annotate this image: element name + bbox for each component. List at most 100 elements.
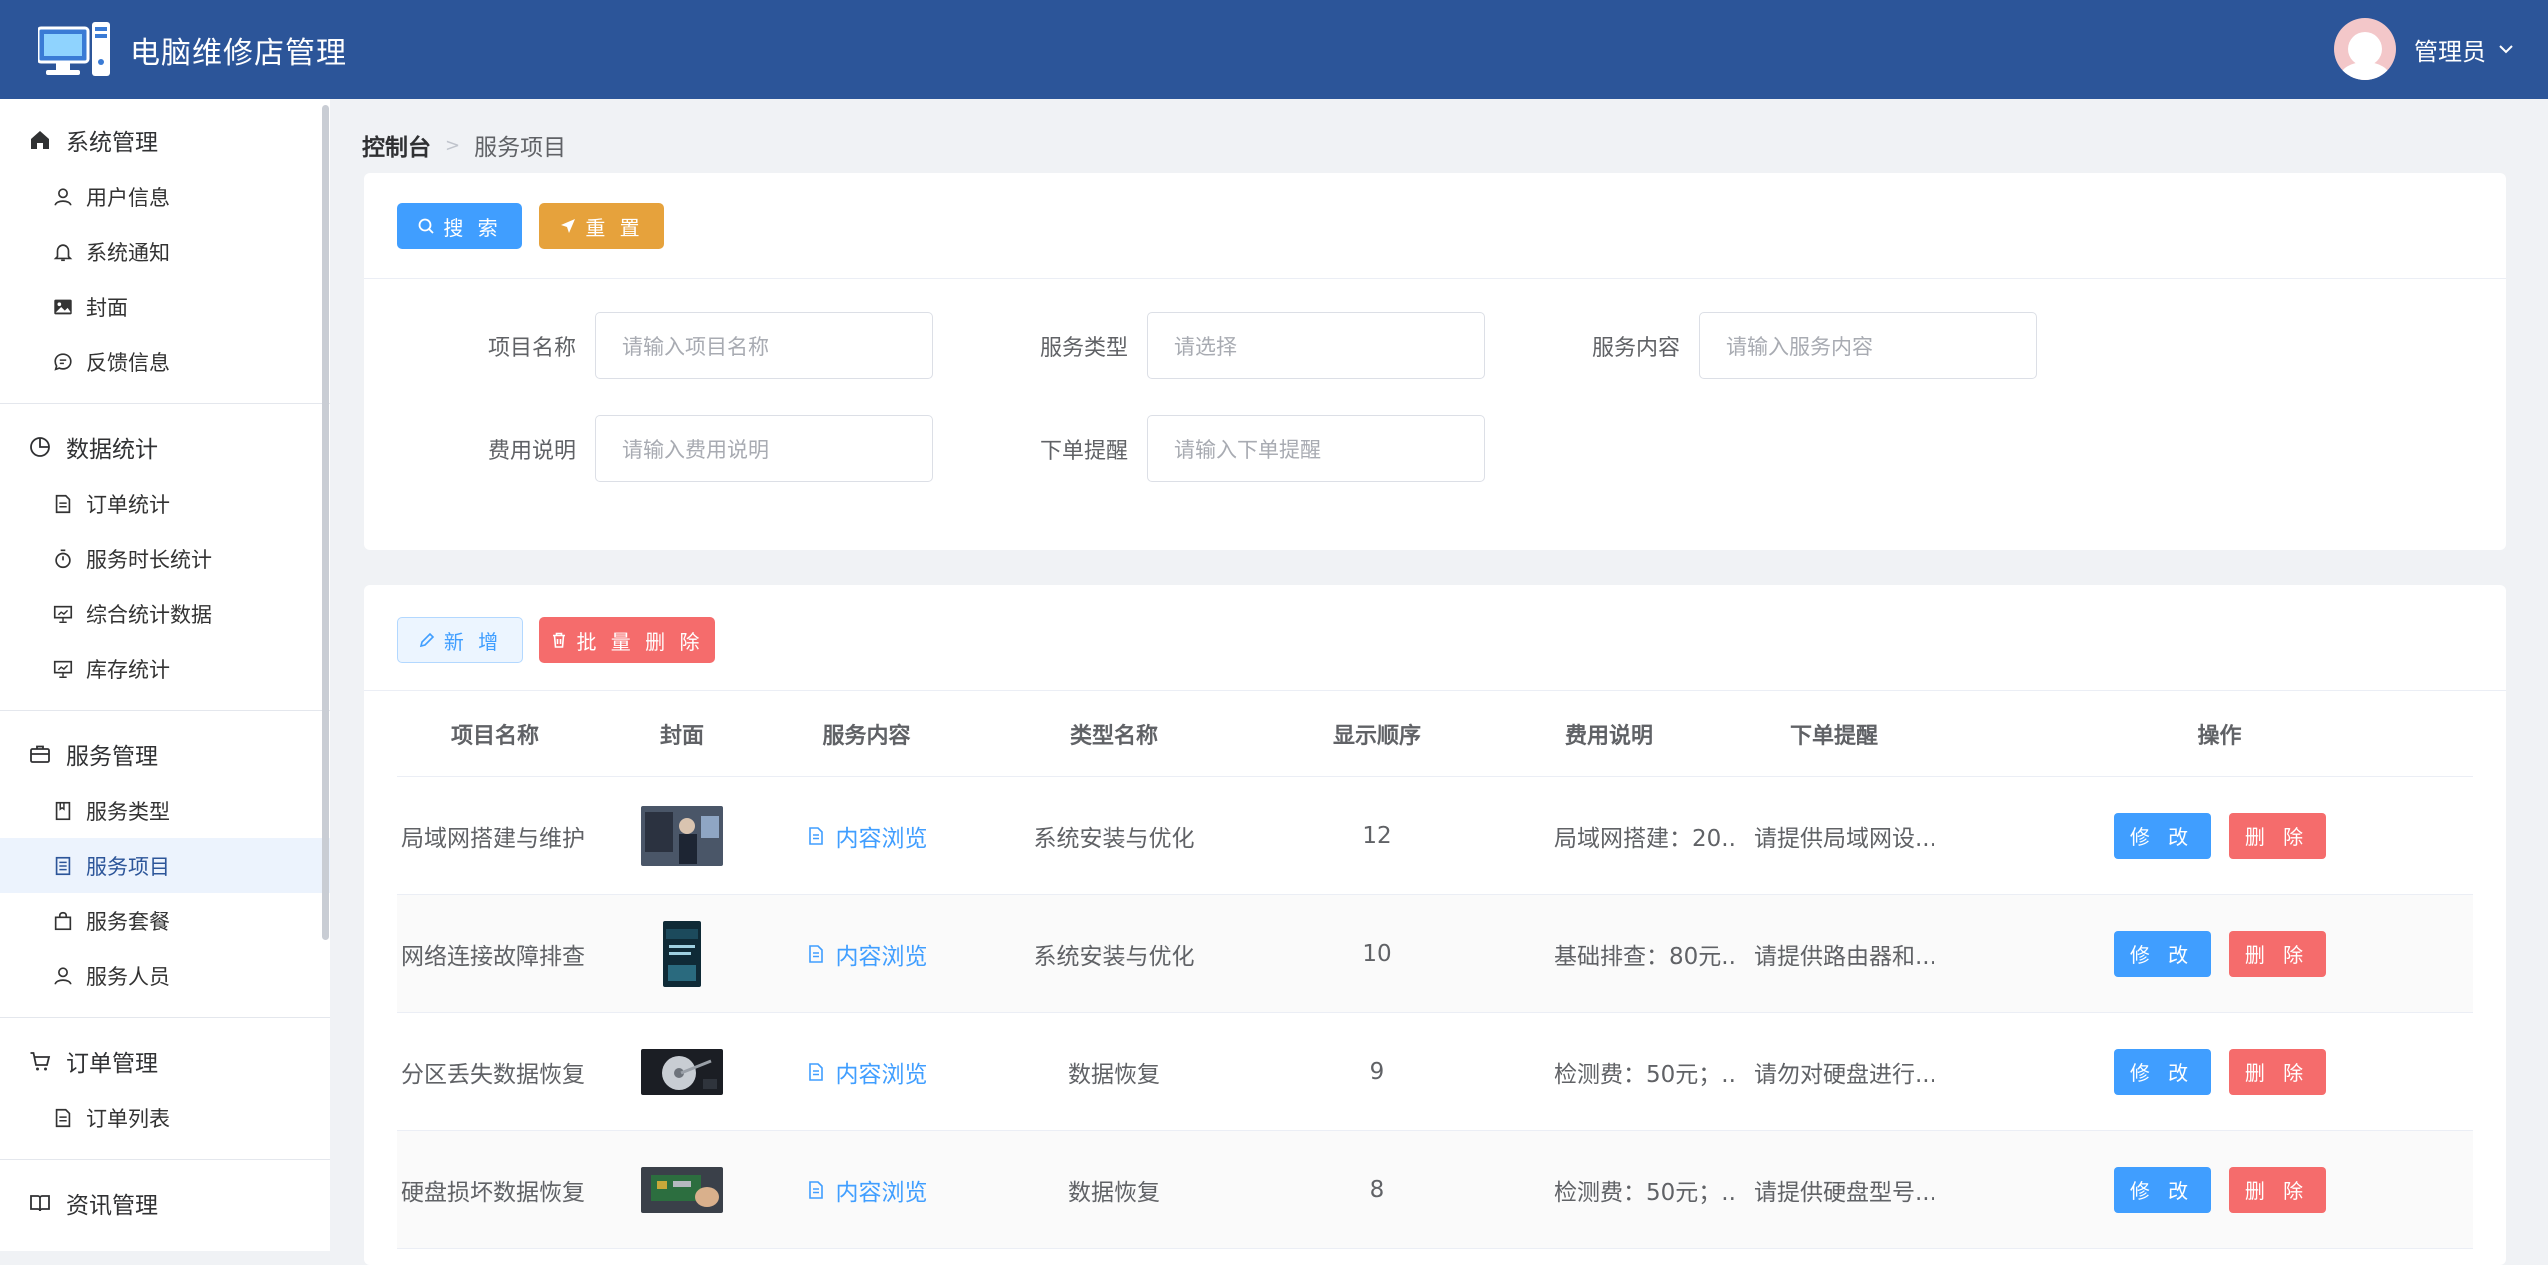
column-header: 下单提醒 (1789, 723, 1878, 749)
reset-button[interactable]: 重 置 (539, 203, 664, 249)
fee-desc-label: 费用说明 (487, 439, 576, 464)
column-header: 服务内容 (822, 723, 911, 749)
reset-button-label: 重 置 (585, 215, 644, 240)
sidebar-item-service-staff[interactable]: 服务人员 (0, 948, 330, 1003)
sidebar-item-feedback[interactable]: 反馈信息 (0, 334, 330, 389)
sidebar-item-stock-stats[interactable]: 库存统计 (0, 641, 330, 696)
content-link[interactable]: 内容浏览 (775, 1173, 958, 1207)
edit-button[interactable]: 修 改 (2113, 930, 2211, 977)
user-menu[interactable]: 管理员 (2334, 18, 2514, 80)
sidebar-item-service-packages[interactable]: 服务套餐 (0, 893, 330, 948)
top-header: 电脑维修店管理 管理员 (0, 0, 2548, 99)
delete-button[interactable]: 删 除 (2228, 930, 2326, 977)
cell-type: 系统安装与优化 (1033, 943, 1195, 970)
content-link-label: 内容浏览 (835, 1061, 928, 1088)
avatar[interactable] (2334, 18, 2396, 80)
sidebar-group-orders[interactable]: 订单管理 (0, 1032, 330, 1090)
column-header: 封面 (659, 723, 704, 749)
sidebar-item-overall-stats[interactable]: 综合统计数据 (0, 586, 330, 641)
cover-thumbnail[interactable] (589, 920, 775, 987)
sidebar-divider (0, 710, 330, 711)
document-icon (55, 494, 71, 513)
user-name[interactable]: 管理员 (2414, 32, 2486, 67)
sidebar-group-label: 系统管理 (66, 130, 158, 156)
sidebar-item-users[interactable]: 用户信息 (0, 169, 330, 224)
cell-type: 系统安装与优化 (1033, 825, 1195, 852)
service-content-input[interactable]: 请输入服务内容 (1699, 312, 2037, 379)
sidebar-group-label: 订单管理 (66, 1051, 158, 1077)
order-remind-input[interactable]: 请输入下单提醒 (1147, 415, 1485, 482)
cell-fee: 检测费：50元；... (1554, 1061, 1734, 1088)
add-button[interactable]: 新 增 (397, 617, 523, 663)
chevron-down-icon[interactable] (2498, 41, 2514, 57)
service-type-select[interactable]: 请选择 (1147, 312, 1485, 379)
edit-button[interactable]: 修 改 (2113, 1048, 2211, 1095)
sidebar-item-label: 服务人员 (86, 964, 170, 989)
cover-thumbnail[interactable] (589, 1048, 775, 1095)
sidebar-item-label: 封面 (86, 295, 128, 320)
sidebar-divider (0, 1159, 330, 1160)
content-link[interactable]: 内容浏览 (775, 1055, 958, 1089)
cart-icon (30, 1052, 51, 1071)
cell-actions: 修 改 删 除 (1934, 1166, 2473, 1213)
sidebar-item-service-types[interactable]: 服务类型 (0, 783, 330, 838)
cell-type: 数据恢复 (1068, 1179, 1160, 1206)
sidebar-item-label: 系统通知 (86, 240, 170, 265)
sidebar-item-cover[interactable]: 封面 (0, 279, 330, 334)
app-title: 电脑维修店管理 (130, 36, 347, 71)
presentation-icon (53, 660, 73, 678)
edit-icon (419, 632, 434, 648)
sidebar-item-label: 反馈信息 (86, 350, 170, 375)
app-logo-icon (36, 22, 112, 78)
sidebar-group-label: 数据统计 (66, 437, 158, 463)
edit-button[interactable]: 修 改 (2113, 812, 2211, 859)
cell-type: 数据恢复 (1068, 1061, 1160, 1088)
cell-fee: 局域网搭建：20... (1554, 825, 1734, 852)
sidebar-item-order-list[interactable]: 订单列表 (0, 1090, 330, 1145)
sidebar-item-notices[interactable]: 系统通知 (0, 224, 330, 279)
content-link[interactable]: 内容浏览 (775, 819, 958, 853)
search-button[interactable]: 搜 索 (397, 203, 522, 249)
cell-remind: 请提供路由器和... (1754, 943, 1934, 970)
sidebar-group-system[interactable]: 系统管理 (0, 111, 330, 169)
search-icon (418, 218, 434, 234)
cover-thumbnail[interactable] (589, 805, 775, 866)
sidebar-group-news[interactable]: 资讯管理 (0, 1174, 330, 1232)
bulk-delete-button-label: 批 量 删 除 (576, 629, 704, 654)
project-name-input[interactable]: 请输入项目名称 (595, 312, 933, 379)
chat-icon (54, 352, 72, 371)
edit-button[interactable]: 修 改 (2113, 1166, 2211, 1213)
fee-desc-input[interactable]: 请输入费用说明 (595, 415, 933, 482)
sidebar-item-order-stats[interactable]: 订单统计 (0, 476, 330, 531)
list-icon (55, 856, 71, 875)
bell-icon (53, 243, 73, 261)
sidebar-item-label: 服务类型 (86, 799, 170, 824)
table-row: 硬盘损坏数据恢复 内容浏览 数据恢复 8 检测费：50元；... 请提供硬盘型号… (397, 1131, 2473, 1249)
table-header: 项目名称 封面 服务内容 类型名称 显示顺序 费用说明 下单提醒 操作 (397, 691, 2473, 777)
sidebar-item-label: 综合统计数据 (86, 602, 212, 627)
sidebar-group-service[interactable]: 服务管理 (0, 725, 330, 783)
bulk-delete-button[interactable]: 批 量 删 除 (539, 617, 715, 663)
content-link[interactable]: 内容浏览 (775, 937, 958, 971)
user-icon (54, 187, 72, 206)
sidebar-divider (0, 1017, 330, 1018)
delete-button[interactable]: 删 除 (2228, 812, 2326, 859)
home-icon (31, 131, 49, 149)
breadcrumb: 控制台 > 服务项目 (362, 128, 566, 162)
cover-thumbnail[interactable] (589, 1166, 775, 1213)
breadcrumb-root[interactable]: 控制台 (362, 128, 431, 162)
sidebar-group-label: 资讯管理 (66, 1193, 158, 1219)
delete-button[interactable]: 删 除 (2228, 1166, 2326, 1213)
add-button-label: 新 增 (443, 629, 503, 654)
sidebar-group-stats[interactable]: 数据统计 (0, 418, 330, 476)
sidebar-item-label: 服务时长统计 (86, 547, 212, 572)
breadcrumb-current: 服务项目 (474, 135, 567, 161)
delete-button[interactable]: 删 除 (2228, 1048, 2326, 1095)
sidebar-item-duration-stats[interactable]: 服务时长统计 (0, 531, 330, 586)
sidebar-item-label: 服务项目 (86, 854, 170, 879)
table-row: 分区丢失数据恢复 内容浏览 数据恢复 9 检测费：50元；... 请勿对硬盘进行… (397, 1013, 2473, 1131)
service-type-label: 服务类型 (1039, 336, 1128, 361)
sidebar-item-service-items[interactable]: 服务项目 (0, 838, 330, 893)
sidebar-scrollbar[interactable] (322, 105, 329, 940)
column-header: 操作 (2197, 723, 2242, 749)
